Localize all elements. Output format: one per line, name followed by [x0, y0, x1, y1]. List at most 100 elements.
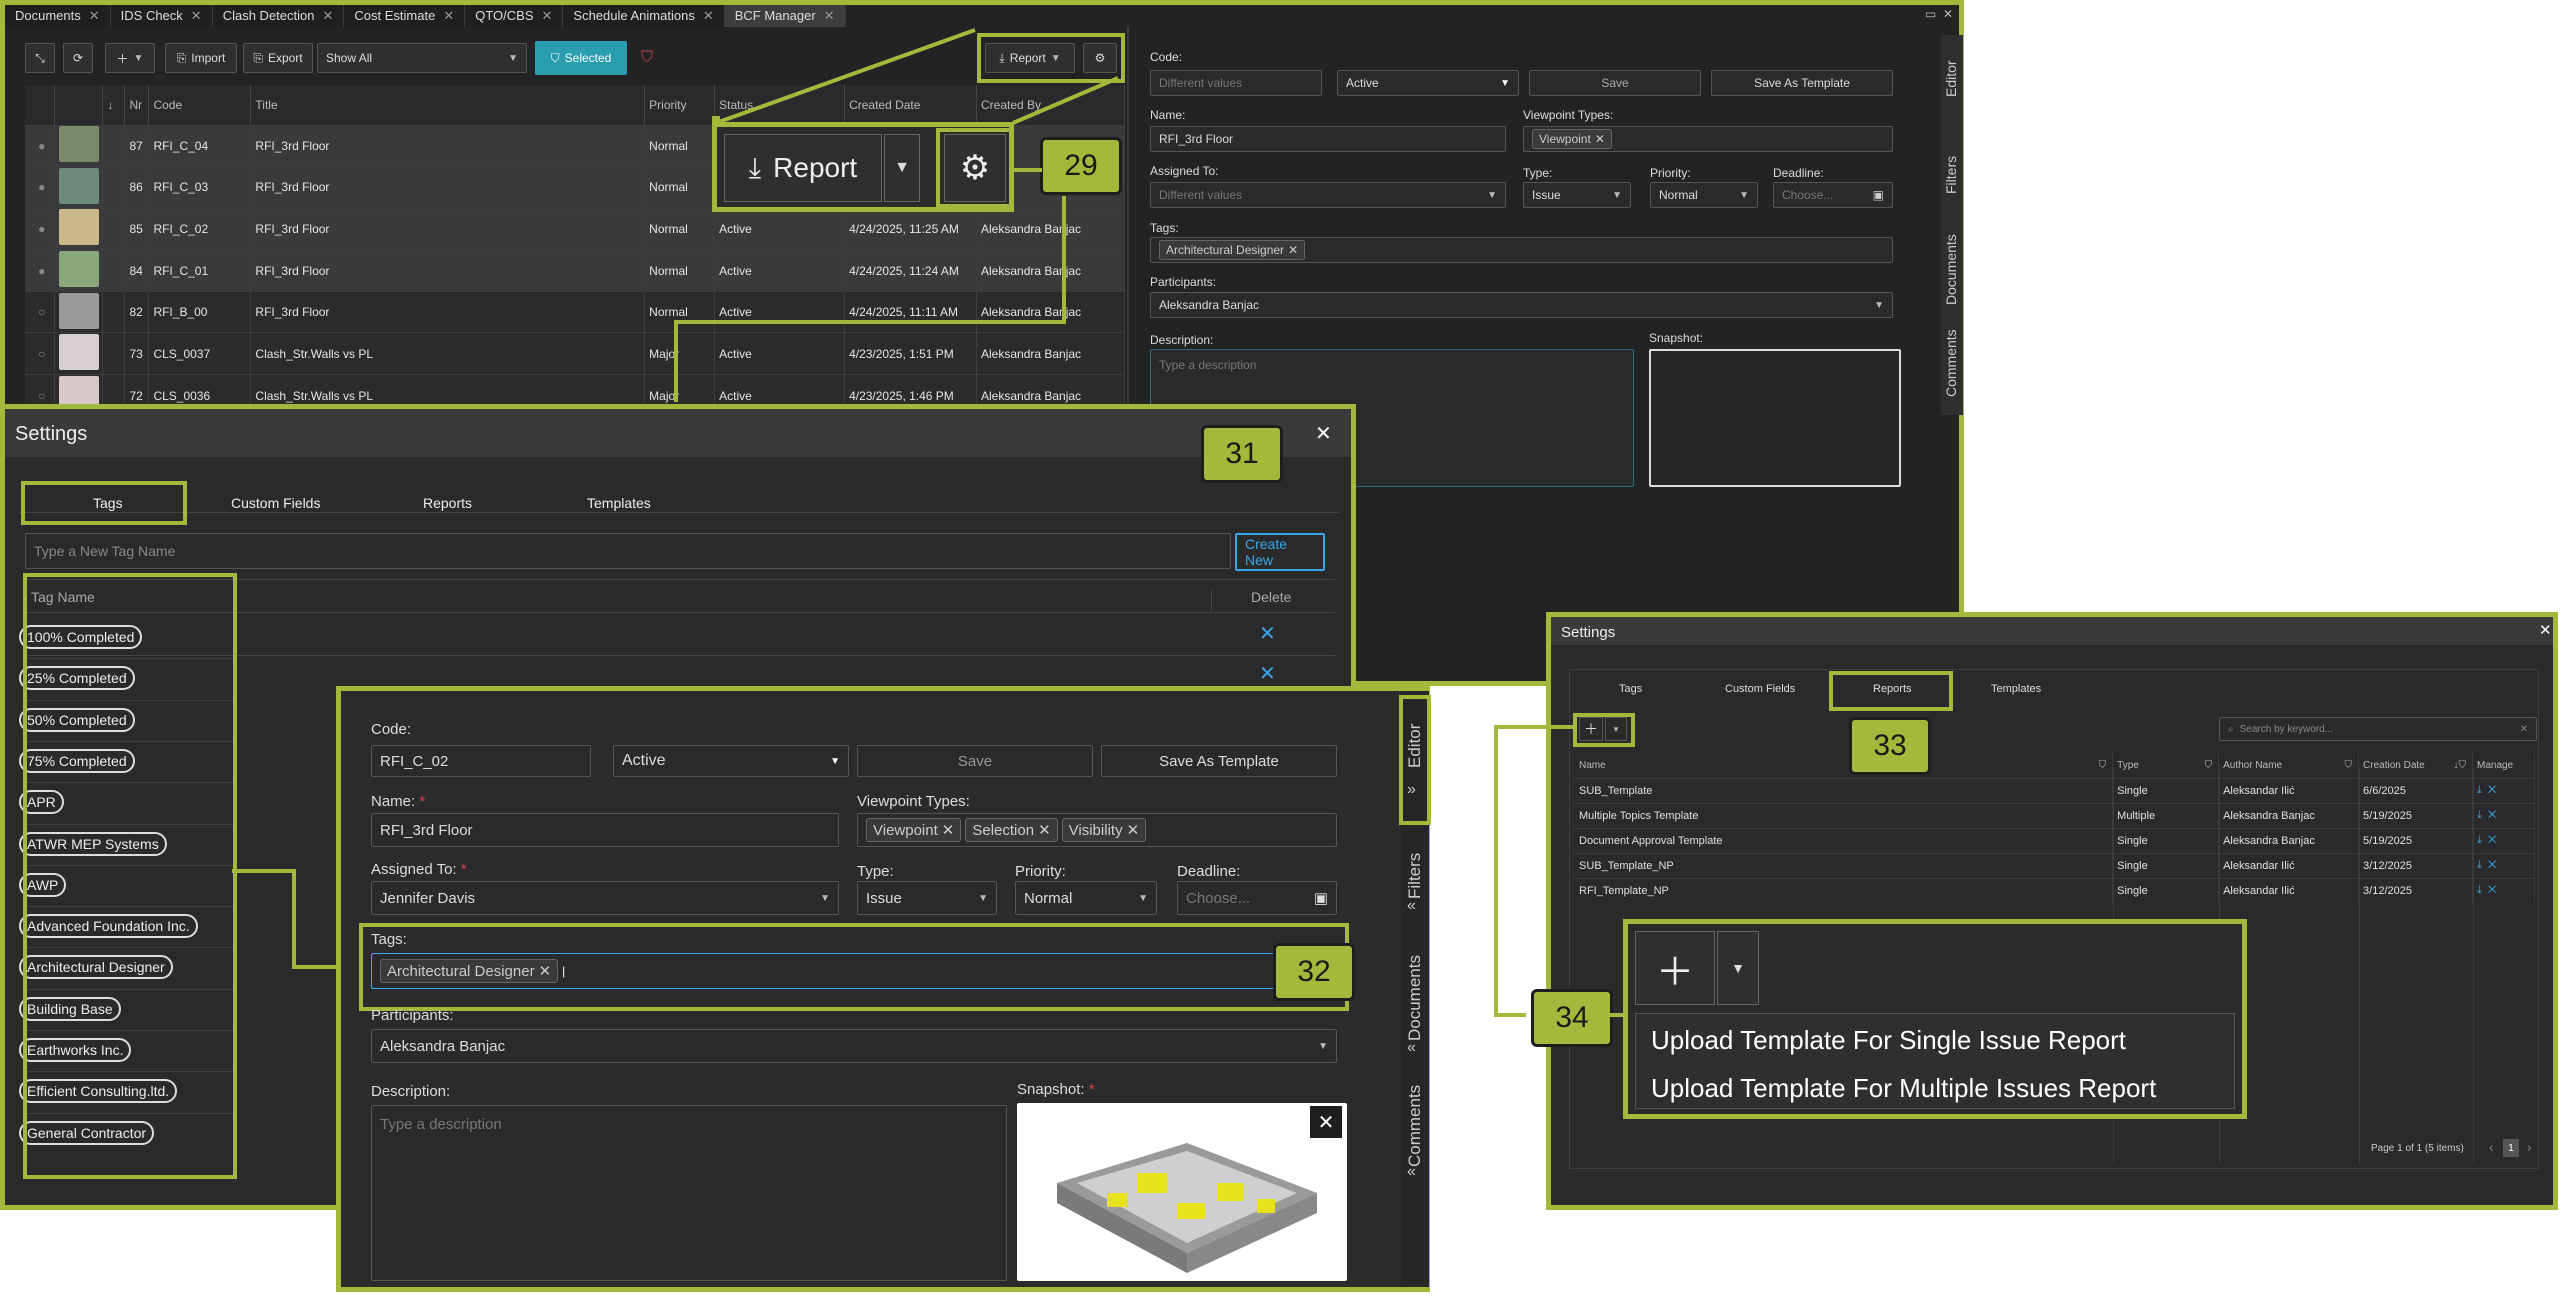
remove-icon[interactable]: ✕ — [1038, 821, 1051, 839]
report-dropdown-large[interactable]: ▼ — [884, 134, 920, 202]
table-row[interactable]: RFI_Template_NP Single Aleksandar Ilić 3… — [1575, 877, 2536, 903]
chevron-left-icon[interactable]: « — [1407, 897, 1416, 915]
name-input[interactable]: RFI_3rd Floor — [371, 813, 839, 847]
delete-icon[interactable]: ✕ — [2488, 884, 2496, 896]
type-select[interactable]: Issue ▼ — [1523, 182, 1631, 208]
radio-icon[interactable]: ○ — [38, 389, 45, 403]
save-button[interactable]: Save — [1529, 70, 1701, 96]
remove-icon[interactable]: ✕ — [1595, 132, 1605, 146]
delete-icon[interactable]: ✕ — [2488, 809, 2496, 821]
snapshot-box[interactable] — [1649, 349, 1901, 487]
radio-icon[interactable]: ● — [38, 180, 45, 194]
calendar-icon[interactable]: ▣ — [1873, 188, 1884, 202]
table-row[interactable]: Document Approval Template Single Aleksa… — [1575, 827, 2536, 853]
side-tab-editor[interactable]: Editor — [1405, 711, 1425, 781]
download-icon[interactable]: ⤓ — [2477, 809, 2482, 821]
tab-reports[interactable]: Reports — [423, 495, 472, 511]
status-select[interactable]: Active ▼ — [613, 745, 849, 777]
save-as-template-button[interactable]: Save As Template — [1101, 745, 1337, 777]
tab-custom-fields[interactable]: Custom Fields — [231, 495, 320, 511]
code-input[interactable]: Different values — [1150, 70, 1322, 96]
type-select[interactable]: Issue ▼ — [857, 881, 997, 915]
issue-thumbnail[interactable] — [59, 292, 100, 329]
assigned-to-select[interactable]: Jennifer Davis ▼ — [371, 881, 839, 915]
radio-icon[interactable]: ○ — [38, 305, 45, 319]
radio-icon[interactable]: ● — [38, 222, 45, 236]
side-tab-documents[interactable]: Documents — [1943, 225, 1959, 315]
filter-icon[interactable]: ⛉ — [2099, 760, 2113, 771]
save-as-template-button[interactable]: Save As Template — [1711, 70, 1893, 96]
table-row[interactable]: Multiple Topics Template Multiple Aleksa… — [1575, 802, 2536, 828]
side-tab-filters[interactable]: Filters — [1943, 145, 1959, 205]
delete-icon[interactable]: ✕ — [2488, 834, 2496, 846]
create-new-button[interactable]: Create New — [1235, 533, 1325, 571]
table-row[interactable]: SUB_Template Single Aleksandar Ilić 6/6/… — [1575, 777, 2536, 803]
issue-thumbnail[interactable] — [59, 209, 100, 246]
tab-templates[interactable]: Templates — [1991, 683, 2041, 695]
priority-select[interactable]: Normal ▼ — [1650, 182, 1758, 208]
add-template-button[interactable]: ＋ — [1579, 717, 1603, 741]
name-input[interactable]: RFI_3rd Floor — [1150, 126, 1506, 152]
prev-page-icon[interactable]: ‹ — [2489, 1139, 2494, 1155]
viewpoint-type-chip[interactable]: Selection ✕ — [965, 818, 1058, 842]
assigned-to-select[interactable]: Different values ▼ — [1150, 182, 1506, 208]
download-icon[interactable]: ⤓ — [2477, 784, 2482, 796]
maximize-icon[interactable]: ▭ — [1925, 7, 1936, 21]
tag-chip[interactable]: Architectural Designer ✕ — [1159, 240, 1306, 260]
priority-select[interactable]: Normal ▼ — [1015, 881, 1157, 915]
save-button[interactable]: Save — [857, 745, 1093, 777]
page-1-button[interactable]: 1 — [2503, 1139, 2519, 1157]
close-window-icon[interactable]: ✕ — [1943, 7, 1953, 21]
sort-filter-icon[interactable]: ↓⛉ — [2453, 760, 2472, 771]
tags-field[interactable]: Architectural Designer ✕ | — [371, 953, 1337, 989]
table-row[interactable]: ● 84 RFI_C_01 RFI_3rd Floor Normal Active 4/24… — [25, 249, 1125, 292]
code-input[interactable]: RFI_C_02 — [371, 745, 591, 777]
tab-templates[interactable]: Templates — [587, 495, 651, 511]
search-input[interactable]: ⌕ Search by keyword... ✕ — [2219, 717, 2537, 741]
participants-select[interactable]: Aleksandra Banjac ▼ — [371, 1029, 1337, 1063]
viewpoint-chip[interactable]: Viewpoint ✕ — [1532, 129, 1612, 149]
close-dialog-icon[interactable]: ✕ — [2539, 621, 2552, 639]
new-tag-input[interactable]: Type a New Tag Name — [25, 533, 1231, 569]
close-dialog-icon[interactable]: ✕ — [1315, 421, 1332, 446]
tab-reports[interactable]: Reports — [1873, 683, 1912, 695]
menu-upload-multiple[interactable]: Upload Template For Multiple Issues Repo… — [1651, 1073, 2156, 1104]
remove-icon[interactable]: ✕ — [1288, 243, 1298, 257]
issue-thumbnail[interactable] — [59, 334, 100, 371]
issue-thumbnail[interactable] — [59, 126, 100, 163]
download-icon[interactable]: ⤓ — [2477, 884, 2482, 896]
settings-button-large[interactable]: ⚙ — [944, 134, 1006, 202]
radio-icon[interactable]: ● — [38, 139, 45, 153]
status-select[interactable]: Active ▼ — [1337, 70, 1519, 96]
next-page-icon[interactable]: › — [2527, 1139, 2532, 1155]
delete-icon[interactable]: ✕ — [2488, 784, 2496, 796]
remove-snapshot-icon[interactable]: ✕ — [1309, 1105, 1343, 1139]
remove-icon[interactable]: ✕ — [942, 821, 955, 839]
delete-icon[interactable]: ✕ — [2488, 859, 2496, 871]
menu-upload-single[interactable]: Upload Template For Single Issue Report — [1651, 1025, 2126, 1056]
viewpoint-type-chip[interactable]: Visibility ✕ — [1061, 818, 1147, 842]
table-row[interactable]: ○ 82 RFI_B_00 RFI_3rd Floor Normal Active 4/24… — [25, 290, 1125, 333]
tags-field[interactable]: Architectural Designer ✕ — [1150, 237, 1893, 263]
radio-icon[interactable]: ○ — [38, 347, 45, 361]
tag-chip[interactable]: Architectural Designer ✕ — [380, 959, 559, 983]
remove-icon[interactable]: ✕ — [539, 962, 552, 980]
chevron-left-icon[interactable]: « — [1407, 1039, 1416, 1057]
download-icon[interactable]: ⤓ — [2477, 834, 2482, 846]
description-textarea[interactable]: Type a description — [371, 1105, 1007, 1281]
calendar-icon[interactable]: ▣ — [1314, 889, 1328, 907]
table-row[interactable]: ● 85 RFI_C_02 RFI_3rd Floor Normal Active 4/24… — [25, 207, 1125, 250]
delete-tag-icon[interactable]: ✕ — [1259, 661, 1276, 686]
participants-select[interactable]: Aleksandra Banjac ▼ — [1150, 292, 1893, 318]
report-button-large[interactable]: ⤓ Report — [724, 134, 882, 202]
viewpoint-type-chip[interactable]: Viewpoint ✕ — [866, 818, 962, 842]
table-row[interactable]: SUB_Template_NP Single Aleksandar Ilić 3… — [1575, 852, 2536, 878]
side-tab-comments[interactable]: Comments — [1943, 323, 1959, 403]
deadline-picker[interactable]: Choose... ▣ — [1177, 881, 1337, 915]
deadline-picker[interactable]: Choose... ▣ — [1773, 182, 1893, 208]
download-icon[interactable]: ⤓ — [2477, 859, 2482, 871]
table-row[interactable]: ○ 73 CLS_0037 Clash_Str.Walls vs PL Major Act… — [25, 332, 1125, 375]
issue-thumbnail[interactable] — [59, 167, 100, 204]
side-tab-documents[interactable]: Documents — [1405, 943, 1425, 1053]
add-template-dropdown-large[interactable]: ▼ — [1717, 931, 1759, 1005]
